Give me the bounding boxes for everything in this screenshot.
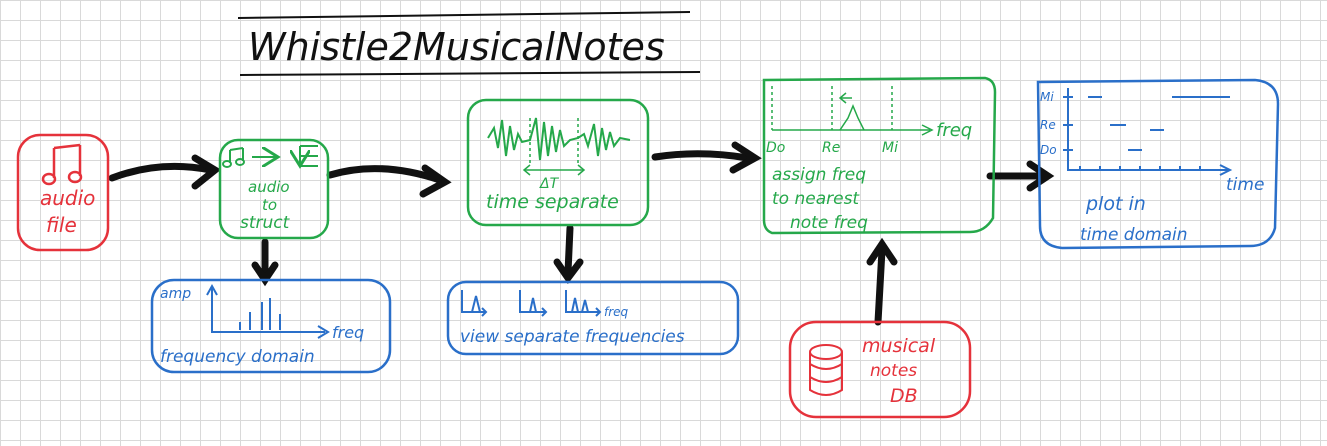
musical-notes-db-node: musical notes DB <box>788 320 972 419</box>
page-title: Whistle2MusicalNotes <box>248 25 665 69</box>
freq-domain-axes <box>206 283 330 339</box>
arrow-db-to-assign <box>874 246 886 326</box>
db-label-2: notes <box>870 361 917 381</box>
time-separate-caption: time separate <box>486 191 619 213</box>
arrow-separate-to-assign <box>651 150 752 162</box>
waveform-icon <box>487 117 631 161</box>
assign-freq-node: Do Re Mi freq assign freq to nearest not… <box>762 76 997 235</box>
title-underline <box>239 71 701 76</box>
plot-ytick-mi: Mi <box>1040 90 1054 104</box>
view-separate-caption: view separate frequencies <box>460 327 685 347</box>
title-overline <box>237 11 691 19</box>
view-separate-xlabel: freq <box>604 305 629 319</box>
arrow-separate-to-view <box>564 224 574 276</box>
assign-label-2: to nearest <box>772 189 860 209</box>
mini-spectra-icon <box>461 290 602 317</box>
plot-xlabel: time <box>1226 175 1264 195</box>
audio-to-struct-label-1: audio <box>248 178 290 196</box>
db-label-1: musical <box>862 335 936 357</box>
assign-xlabel: freq <box>936 120 972 141</box>
plot-ytick-re: Re <box>1040 118 1056 132</box>
assign-tick-re: Re <box>822 140 840 156</box>
assign-tick-mi: Mi <box>882 140 898 156</box>
audio-to-struct-label-2: to <box>262 196 277 214</box>
note-axis <box>771 86 934 136</box>
freq-domain-caption: frequency domain <box>160 347 315 367</box>
title-block: Whistle2MusicalNotes <box>237 11 701 76</box>
freq-domain-xlabel: freq <box>332 323 364 342</box>
plot-time-box <box>1036 78 1280 250</box>
arrow-audio-to-struct <box>108 162 214 182</box>
audio-file-label-1: audio <box>40 186 95 210</box>
music-note-icon <box>41 143 83 186</box>
plot-label-1: plot in <box>1085 193 1146 215</box>
database-icon <box>809 344 843 396</box>
diagram-canvas: Whistle2MusicalNotes audio file audio to… <box>16 11 1280 419</box>
db-label-3: DB <box>890 385 918 407</box>
assign-tick-do: Do <box>766 140 785 156</box>
audio-file-node: audio file <box>16 133 110 252</box>
audio-to-struct-node: audio to struct <box>218 138 330 240</box>
freq-domain-ylabel: amp <box>160 286 191 302</box>
assign-freq-box <box>762 76 997 235</box>
plot-label-2: time domain <box>1080 225 1187 245</box>
time-separate-node: ΔT time separate <box>466 98 650 227</box>
plot-time-axes <box>1063 88 1233 176</box>
plot-time-node: Mi Re Do time plot in time domain <box>1036 78 1280 250</box>
dt-label: ΔT <box>539 176 560 192</box>
note-to-struct-icon <box>222 145 318 167</box>
assign-label-1: assign freq <box>772 165 866 185</box>
plot-ytick-do: Do <box>1040 143 1057 157</box>
audio-file-label-2: file <box>46 213 77 237</box>
frequency-domain-node: amp freq frequency domain <box>150 278 392 374</box>
assign-label-3: note freq <box>790 213 868 233</box>
view-separate-node: freq view separate frequencies <box>446 280 740 356</box>
audio-to-struct-label-3: struct <box>240 213 291 233</box>
